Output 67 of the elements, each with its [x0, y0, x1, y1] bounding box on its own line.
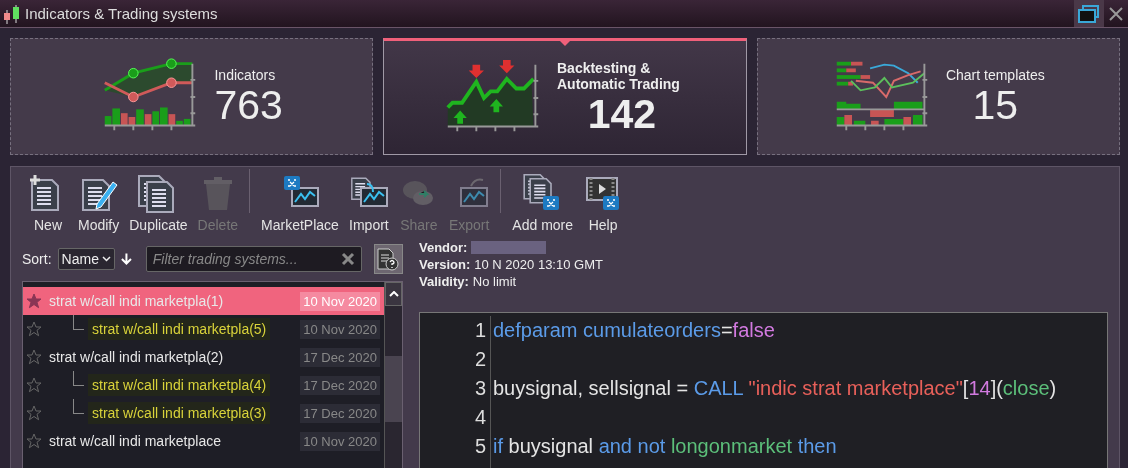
toolbar-button[interactable]: Help — [578, 174, 629, 233]
line-number: 4 — [473, 405, 486, 430]
system-date: 17 Dec 2020 — [300, 403, 380, 423]
system-date: 10 Nov 2020 — [300, 431, 380, 451]
selection-notch — [559, 40, 571, 46]
candlestick-icon — [3, 3, 21, 24]
close-icon[interactable] — [1108, 5, 1124, 22]
scrollbar[interactable] — [384, 282, 402, 468]
toolbar-button[interactable]: Add more — [507, 174, 579, 233]
chevron-up-icon[interactable] — [388, 291, 399, 297]
category-card[interactable]: Indicators 763 — [10, 38, 374, 155]
window-title: Indicators & Trading systems — [25, 5, 218, 22]
detail-value: No limit — [472, 273, 517, 290]
code-editor[interactable]: 1 2 3 4 5 defparam cumulateorders=false buysignal, sellsignal = CALL "indic strat marketplace"[14](close) if buysignal and not longonmarket then — [419, 312, 1108, 468]
system-date: 17 Dec 2020 — [300, 347, 380, 367]
sort-label: Sort: — [22, 251, 52, 267]
toolbar-button[interactable]: Import — [343, 174, 394, 233]
line-number: 2 — [473, 347, 486, 372]
sort-direction-icon[interactable] — [120, 252, 132, 266]
line-number: 3 — [473, 376, 486, 401]
chevron-down-icon — [101, 256, 111, 262]
system-row[interactable]: strat w/call indi marketpla(4) 17 Dec 2020 — [23, 371, 384, 399]
system-name: strat w/call indi marketpla(4) — [88, 374, 271, 396]
star-icon[interactable] — [26, 405, 42, 421]
system-row[interactable]: strat w/call indi marketpla(2) 17 Dec 2020 — [23, 343, 384, 371]
card-title: Indicators — [214, 66, 276, 83]
system-date: 10 Nov 2020 — [300, 319, 380, 339]
card-count: 763 — [214, 82, 283, 127]
system-date: 17 Dec 2020 — [300, 375, 380, 395]
window-mode-button[interactable] — [1074, 0, 1104, 27]
code-line: defparam cumulateorders=false — [493, 319, 775, 341]
card-title: Backtesting & Automatic Trading — [557, 59, 681, 92]
system-name: strat w/call indi marketpla(3) — [88, 402, 271, 424]
category-card[interactable]: Backtesting & Automatic Trading 142 — [383, 38, 747, 155]
code-line: if buysignal and not longonmarket then — [493, 435, 837, 457]
system-name: strat w/call indi marketpla(5) — [88, 318, 271, 340]
filter-field[interactable]: Filter trading systems... — [145, 246, 362, 272]
sort-dropdown[interactable]: Name — [57, 248, 115, 270]
detail-value: 10 N 2020 13:10 GMT — [474, 256, 603, 273]
system-row[interactable]: strat w/call indi marketpla(3) 17 Dec 2020 — [23, 399, 384, 427]
card-count: 15 — [972, 82, 1019, 127]
category-card[interactable]: Chart templates 15 — [756, 38, 1120, 155]
toolbar-button[interactable]: New — [23, 174, 73, 233]
line-number: 5 — [473, 434, 486, 459]
system-name: strat w/call indi marketplace — [48, 432, 222, 451]
toolbar-button[interactable]: Modify — [73, 174, 125, 233]
system-row[interactable]: strat w/call indi marketplace 10 Nov 2020 — [23, 427, 384, 455]
line-number: 1 — [473, 318, 486, 343]
detail-label: Validity: — [419, 273, 469, 290]
toolbar-button[interactable]: MarketPlace — [256, 174, 344, 233]
code-line: buysignal, sellsignal = CALL "indic strat marketplace"[14](close) — [493, 377, 1057, 399]
card-count: 142 — [587, 91, 657, 136]
system-row[interactable]: strat w/call indi marketpla(5) 10 Nov 2020 — [23, 315, 384, 343]
system-name: strat w/call indi marketpla(1) — [48, 292, 225, 311]
star-icon[interactable] — [26, 377, 42, 393]
system-name: strat w/call indi marketpla(2) — [48, 348, 225, 367]
star-icon[interactable] — [26, 321, 42, 337]
star-icon[interactable] — [26, 293, 42, 309]
detail-label: Vendor: — [419, 239, 468, 256]
star-icon[interactable] — [26, 349, 42, 365]
help-document-button[interactable] — [373, 244, 403, 274]
card-title: Chart templates — [945, 66, 1045, 83]
star-icon[interactable] — [26, 433, 42, 449]
system-date: 10 Nov 2020 — [300, 291, 380, 311]
clear-icon[interactable] — [340, 252, 355, 266]
toolbar-button[interactable]: Duplicate — [124, 174, 193, 233]
detail-label: Version: — [419, 256, 471, 273]
